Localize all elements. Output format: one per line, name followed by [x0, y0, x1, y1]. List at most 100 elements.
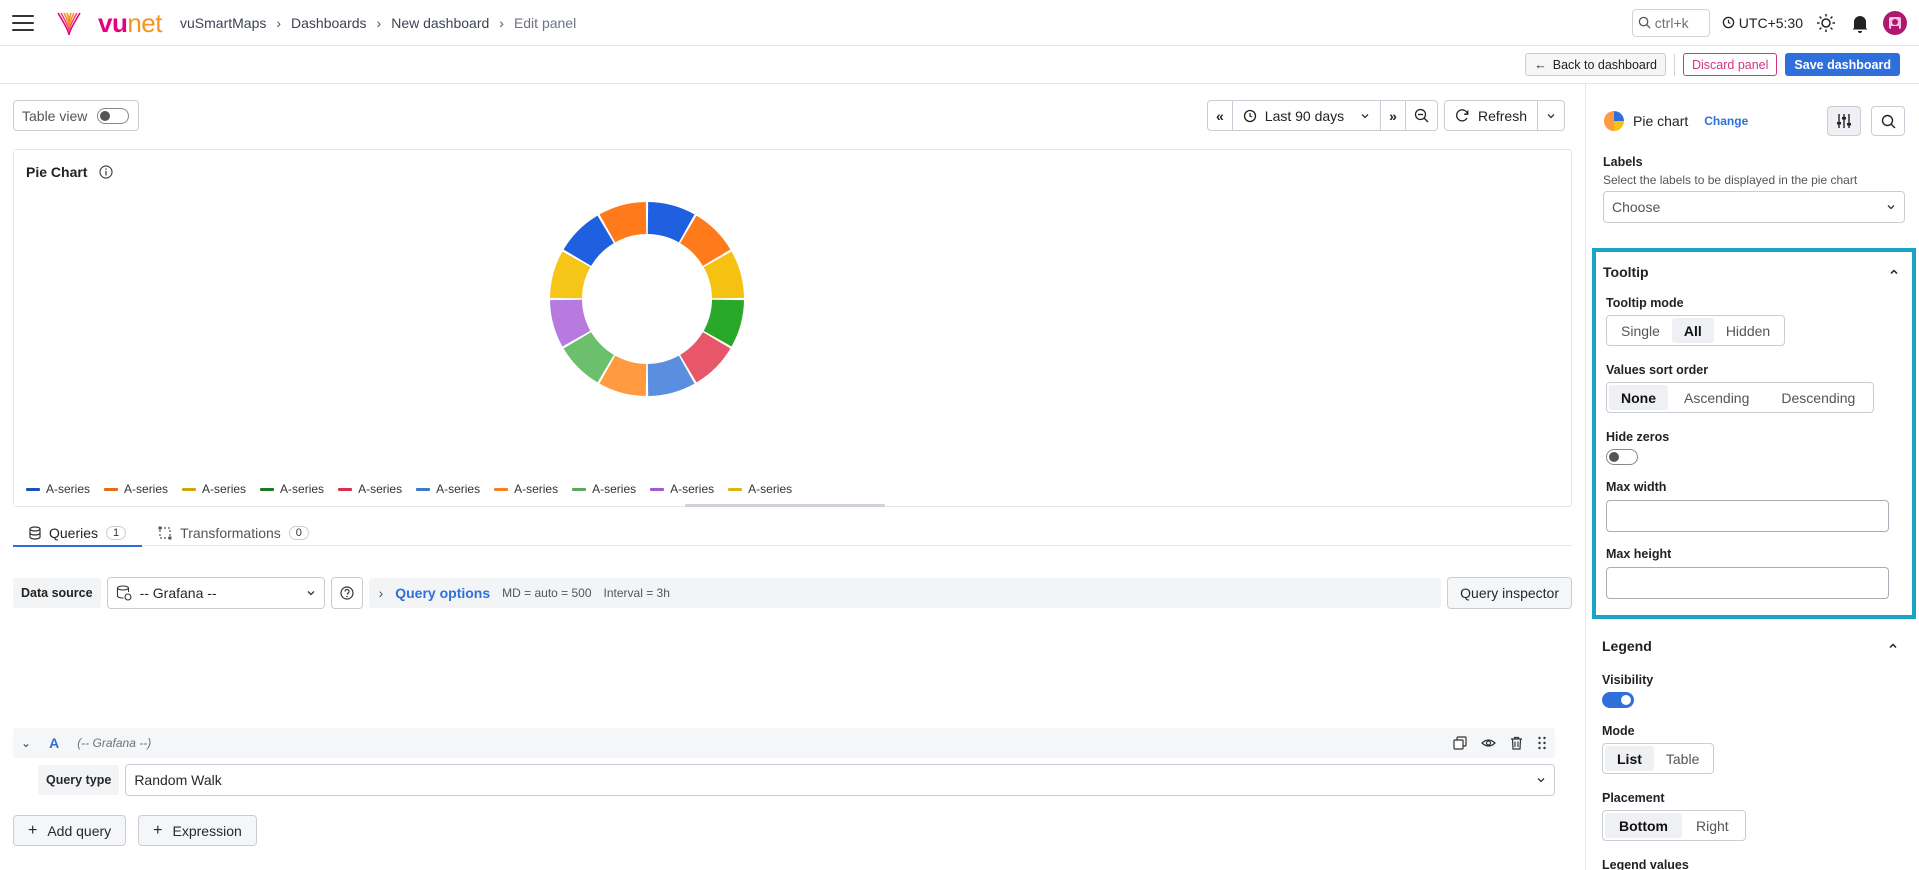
theme-toggle-button[interactable]	[1815, 12, 1837, 34]
search-options-button[interactable]	[1871, 106, 1905, 136]
legend-item[interactable]: A-series	[572, 482, 636, 496]
drag-handle-icon[interactable]	[1537, 736, 1547, 750]
sort-none[interactable]: None	[1609, 385, 1668, 410]
add-query-button[interactable]: + Add query	[13, 815, 127, 846]
arrow-left-icon: ←	[1534, 57, 1547, 72]
max-width-input[interactable]	[1606, 500, 1889, 532]
chevron-down-icon	[1887, 205, 1895, 210]
legend-item[interactable]: A-series	[182, 482, 246, 496]
duplicate-icon[interactable]	[1453, 736, 1467, 750]
query-type-row: Query type Random Walk	[38, 764, 1555, 796]
tooltip-mode-all[interactable]: All	[1671, 318, 1714, 343]
sort-ascending[interactable]: Ascending	[1668, 385, 1765, 410]
legend-item[interactable]: A-series	[650, 482, 714, 496]
hide-zeros-option: Hide zeros	[1606, 430, 1669, 465]
refresh-interval-dropdown[interactable]	[1538, 101, 1564, 130]
tooltip-section-header[interactable]: Tooltip	[1603, 264, 1899, 280]
timezone-button[interactable]: UTC+5:30	[1722, 15, 1803, 31]
legend-mode-list[interactable]: List	[1605, 746, 1654, 771]
legend-item[interactable]: A-series	[416, 482, 480, 496]
change-visualization-link[interactable]: Change	[1704, 114, 1748, 128]
legend-mode-table[interactable]: Table	[1654, 746, 1711, 771]
query-options-toggle[interactable]: › Query options MD = auto = 500 Interval…	[368, 578, 1442, 608]
back-to-dashboard-button[interactable]: ← Back to dashboard	[1525, 53, 1666, 76]
panel-options-button[interactable]	[1827, 106, 1861, 136]
divider	[1673, 53, 1675, 76]
time-range-picker[interactable]: Last 90 days	[1233, 101, 1382, 130]
legend-label: A-series	[202, 482, 247, 496]
legend-label: A-series	[124, 482, 169, 496]
notifications-button[interactable]	[1849, 12, 1871, 34]
visualization-name: Pie chart	[1633, 113, 1689, 129]
search-button[interactable]: ctrl+k	[1631, 8, 1710, 37]
sort-descending[interactable]: Descending	[1765, 385, 1871, 410]
labels-select[interactable]: Choose	[1603, 191, 1905, 223]
panel-editor-main: Table view « Last 90 days » Refresh Pie …	[0, 84, 1585, 870]
table-view-switch[interactable]	[97, 107, 130, 124]
menu-icon[interactable]	[12, 14, 34, 31]
legend-mode-segmented: List Table	[1602, 743, 1715, 774]
query-inspector-button[interactable]: Query inspector	[1447, 577, 1572, 609]
chevrons-right-icon: »	[1389, 107, 1397, 124]
brand-logo-text[interactable]: vunet	[98, 10, 162, 36]
time-controls: « Last 90 days » Refresh	[1206, 100, 1565, 131]
breadcrumb-new-dashboard[interactable]: New dashboard	[391, 15, 489, 31]
tab-transformations-label: Transformations	[180, 525, 281, 541]
sun-icon	[1817, 13, 1835, 32]
legend-visibility-option: Visibility	[1602, 673, 1653, 708]
legend-placement-right[interactable]: Right	[1682, 813, 1743, 838]
shift-back-button[interactable]: «	[1208, 101, 1233, 130]
legend-swatch	[260, 487, 275, 491]
chevron-down-icon	[307, 591, 315, 596]
legend-item[interactable]: A-series	[728, 482, 792, 496]
data-source-help-button[interactable]	[330, 577, 363, 609]
discard-panel-label: Discard panel	[1691, 57, 1769, 72]
trash-icon[interactable]	[1510, 736, 1523, 750]
legend-section-header[interactable]: Legend	[1602, 638, 1898, 654]
query-type-select[interactable]: Random Walk	[125, 764, 1555, 796]
legend-item[interactable]: A-series	[494, 482, 558, 496]
help-icon	[339, 586, 354, 600]
time-range-group: « Last 90 days »	[1206, 100, 1438, 131]
query-type-label: Query type	[38, 765, 120, 795]
values-sort-option: Values sort order None Ascending Descend…	[1606, 363, 1875, 413]
collapse-query-chevron-icon[interactable]: ⌄	[21, 736, 31, 750]
legend-label: A-series	[670, 482, 715, 496]
discard-panel-button[interactable]: Discard panel	[1682, 53, 1778, 76]
tab-queries[interactable]: Queries 1	[13, 521, 143, 547]
data-source-picker[interactable]: -- Grafana --	[106, 577, 325, 609]
labels-option: Labels Select the labels to be displayed…	[1603, 155, 1905, 223]
legend-placement-segmented: Bottom Right	[1602, 810, 1746, 841]
refresh-button[interactable]: Refresh	[1445, 101, 1538, 130]
tooltip-mode-single[interactable]: Single	[1609, 318, 1672, 343]
eye-icon[interactable]	[1481, 736, 1496, 750]
breadcrumb-vusmartmaps[interactable]: vuSmartMaps	[180, 15, 266, 31]
max-width-option: Max width	[1606, 480, 1889, 532]
tab-transformations[interactable]: Transformations 0	[142, 521, 325, 545]
refresh-label: Refresh	[1477, 107, 1527, 124]
avatar[interactable]	[1883, 10, 1907, 35]
zoom-out-button[interactable]	[1406, 101, 1437, 130]
add-expression-label: Expression	[172, 822, 242, 839]
legend-item[interactable]: A-series	[104, 482, 168, 496]
data-source-row: Data source -- Grafana -- › Query option…	[13, 577, 1572, 609]
shift-forward-button[interactable]: »	[1381, 101, 1406, 130]
legend-item[interactable]: A-series	[26, 482, 90, 496]
panel-resize-handle[interactable]	[685, 504, 885, 507]
edit-panel-action-bar: ← Back to dashboard Discard panel Save d…	[0, 46, 1919, 84]
tooltip-mode-hidden[interactable]: Hidden	[1714, 318, 1782, 343]
legend-placement-bottom[interactable]: Bottom	[1605, 813, 1682, 838]
legend-options-section: Legend Visibility Mode List Table Placem…	[1602, 620, 1907, 870]
legend-item[interactable]: A-series	[338, 482, 402, 496]
max-height-input[interactable]	[1606, 567, 1889, 599]
breadcrumb-dashboards[interactable]: Dashboards	[291, 15, 367, 31]
max-height-option: Max height	[1606, 547, 1889, 599]
legend-item[interactable]: A-series	[260, 482, 324, 496]
table-view-toggle[interactable]: Table view	[13, 100, 139, 131]
legend-visibility-switch[interactable]	[1602, 692, 1634, 708]
add-expression-button[interactable]: + Expression	[138, 815, 257, 846]
save-dashboard-button[interactable]: Save dashboard	[1785, 53, 1900, 76]
legend-swatch	[26, 487, 40, 491]
query-letter[interactable]: A	[49, 735, 59, 751]
hide-zeros-switch[interactable]	[1606, 449, 1638, 465]
